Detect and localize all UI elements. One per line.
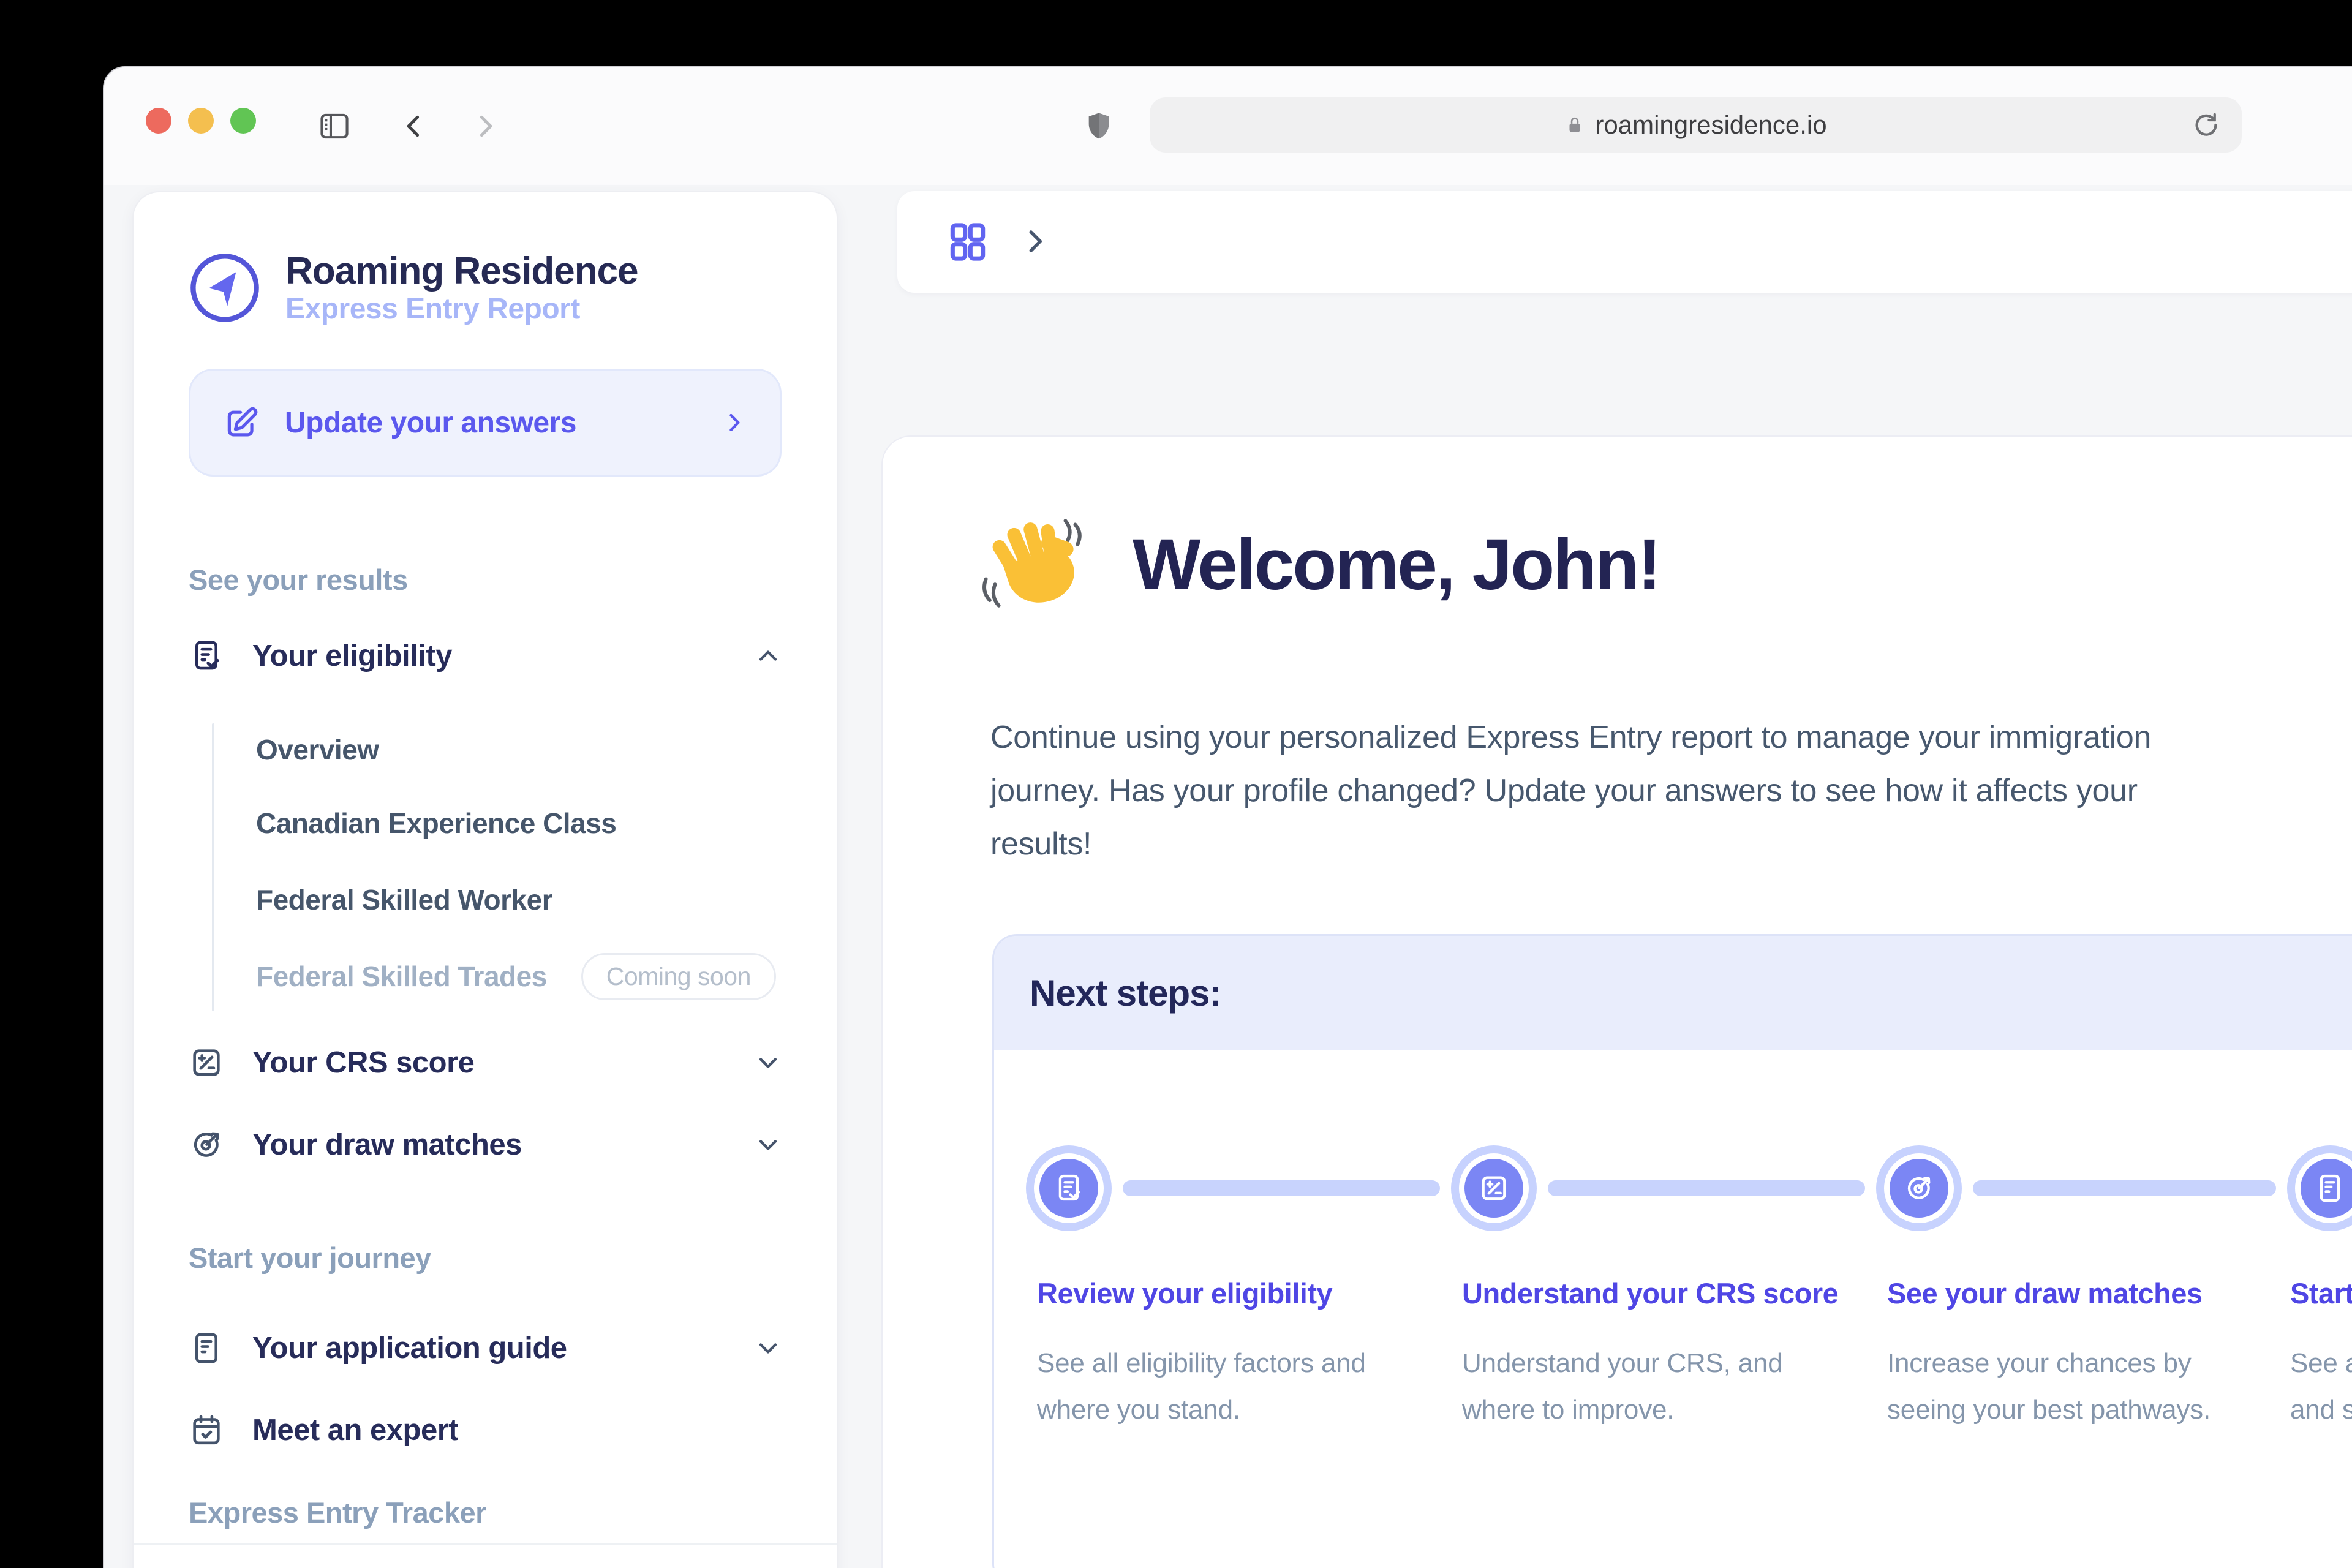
step-badge-4 (2287, 1145, 2352, 1231)
section-express-entry-tracker: Express Entry Tracker (189, 1496, 782, 1529)
step-column-2: Understand your CRS score Understand you… (1462, 1274, 1842, 1433)
step-title[interactable]: See your draw matches (1887, 1274, 2267, 1313)
next-steps-header: Next steps: (994, 936, 2352, 1050)
sidebar-item-your-crs-score[interactable]: Your CRS score (189, 1043, 782, 1082)
target-arrow-icon (1903, 1172, 1935, 1204)
back-button[interactable] (392, 104, 436, 148)
crs-calculator-icon (189, 1045, 224, 1080)
sidebar-item-meet-an-expert[interactable]: Meet an expert (189, 1411, 782, 1450)
sidebar-item-label: Your application guide (252, 1331, 567, 1365)
chevron-down-icon (755, 1335, 782, 1362)
step-column-4: Start your application See all documents… (2290, 1274, 2352, 1433)
sidebar-subitem-federal-skilled-trades[interactable]: Federal Skilled Trades Coming soon (256, 958, 783, 995)
step-column-3: See your draw matches Increase your chan… (1887, 1274, 2267, 1433)
next-steps-title: Next steps: (1030, 972, 1221, 1014)
welcome-heading-row: Welcome, John! (981, 510, 1660, 619)
browser-window: roamingresidence.io Roaming R (103, 66, 2352, 1568)
section-see-your-results: See your results (189, 563, 782, 597)
sidebar-subitem-label: Federal Skilled Trades (256, 960, 547, 993)
page-background: Roaming Residence Express Entry Report U… (104, 185, 2352, 1568)
document-lines-icon (2314, 1172, 2346, 1204)
forward-button[interactable] (463, 104, 507, 148)
sidebar-item-your-application-guide[interactable]: Your application guide (189, 1329, 782, 1368)
step-column-1: Review your eligibility See all eligibil… (1037, 1274, 1417, 1433)
step-description: See all documents you need and start you… (2290, 1340, 2352, 1433)
privacy-shield-icon[interactable] (1077, 104, 1121, 148)
update-answers-label: Update your answers (285, 406, 576, 440)
step-description: See all eligibility factors and where yo… (1037, 1340, 1417, 1433)
update-answers-button[interactable]: Update your answers (189, 369, 782, 477)
screenshot-stage: roamingresidence.io Roaming R (0, 0, 2352, 1568)
browser-toolbar: roamingresidence.io (104, 67, 2352, 186)
step-badge-1 (1026, 1145, 1112, 1231)
navigation-arrow-logo-icon (189, 252, 261, 324)
submenu-rule (212, 723, 214, 1011)
step-title[interactable]: Review your eligibility (1037, 1274, 1417, 1313)
dashboard-grid-icon[interactable] (945, 219, 990, 265)
sidebar: Roaming Residence Express Entry Report U… (132, 191, 838, 1568)
target-arrow-icon (189, 1127, 224, 1163)
chevron-down-icon (755, 1131, 782, 1158)
step-description: Understand your CRS, and where to improv… (1462, 1340, 1842, 1433)
step-description: Increase your chances by seeing your bes… (1887, 1340, 2267, 1433)
sidebar-item-label: Your CRS score (252, 1046, 474, 1080)
document-lines-icon (189, 1330, 224, 1366)
crs-calculator-icon (1478, 1172, 1510, 1204)
sidebar-item-your-draw-matches[interactable]: Your draw matches (189, 1125, 782, 1164)
next-steps-body: Review your eligibility See all eligibil… (994, 1050, 2352, 1568)
sidebar-item-label: Your draw matches (252, 1128, 522, 1162)
step-title[interactable]: Start your application (2290, 1274, 2352, 1313)
breadcrumb-bar (897, 191, 2352, 293)
brand-title: Roaming Residence (285, 250, 638, 292)
close-window-button[interactable] (146, 108, 172, 134)
next-steps-card: Next steps: (992, 934, 2352, 1568)
edit-pencil-icon (222, 404, 260, 442)
lock-icon (1564, 113, 1585, 137)
brand-subtitle: Express Entry Report (285, 292, 638, 326)
document-check-icon (1053, 1172, 1085, 1204)
waving-hand-emoji (981, 510, 1090, 619)
intro-paragraph: Continue using your personalized Express… (990, 711, 2209, 871)
sidebar-toggle-icon[interactable] (312, 104, 356, 148)
step-connector (1973, 1180, 2276, 1196)
coming-soon-badge: Coming soon (581, 953, 776, 1000)
breadcrumb-chevron-right-icon (1017, 224, 1052, 258)
step-title[interactable]: Understand your CRS score (1462, 1274, 1842, 1313)
sidebar-item-label: Meet an expert (252, 1413, 458, 1447)
sidebar-item-label: Your eligibility (252, 639, 452, 673)
brand: Roaming Residence Express Entry Report (189, 250, 782, 326)
sidebar-subitem-federal-skilled-worker[interactable]: Federal Skilled Worker (256, 881, 783, 918)
step-connector (1123, 1180, 1440, 1196)
calendar-check-icon (189, 1412, 224, 1448)
chevron-right-icon (721, 409, 748, 436)
zoom-window-button[interactable] (230, 108, 256, 134)
reload-icon[interactable] (2189, 108, 2223, 142)
main-content-card: Welcome, John! Continue using your perso… (881, 435, 2352, 1568)
chevron-down-icon (755, 1049, 782, 1076)
section-start-your-journey: Start your journey (189, 1241, 782, 1275)
sidebar-item-your-eligibility[interactable]: Your eligibility (189, 636, 782, 676)
sidebar-subitem-overview[interactable]: Overview (256, 731, 783, 768)
document-check-icon (189, 638, 224, 674)
step-badge-2 (1451, 1145, 1537, 1231)
welcome-title: Welcome, John! (1133, 523, 1660, 606)
step-connector (1548, 1180, 1865, 1196)
chevron-up-icon (755, 643, 782, 669)
sidebar-subitem-canadian-experience-class[interactable]: Canadian Experience Class (256, 805, 783, 842)
minimize-window-button[interactable] (188, 108, 214, 134)
step-badge-3 (1876, 1145, 1962, 1231)
traffic-lights (146, 108, 256, 134)
sidebar-divider (134, 1544, 837, 1545)
url-text: roamingresidence.io (1595, 110, 1826, 140)
url-bar[interactable]: roamingresidence.io (1150, 97, 2242, 153)
